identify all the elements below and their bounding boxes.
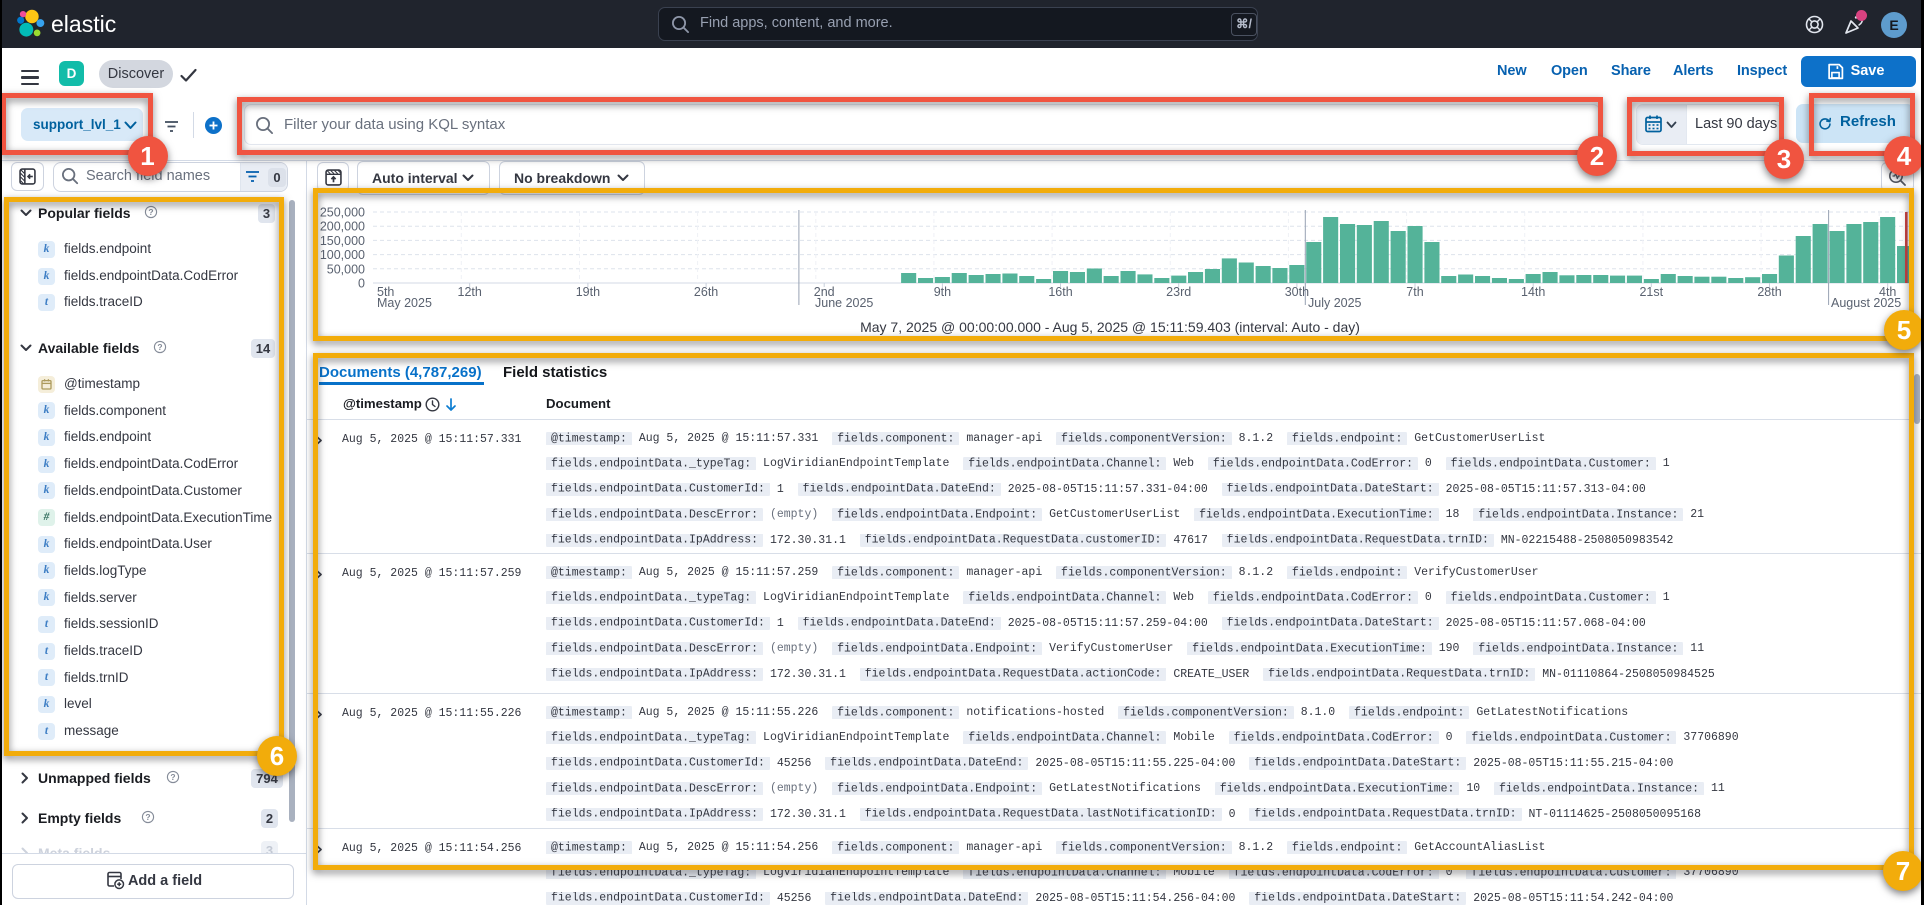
svg-text:?: ? [170,772,175,782]
svg-text:?: ? [145,812,150,822]
